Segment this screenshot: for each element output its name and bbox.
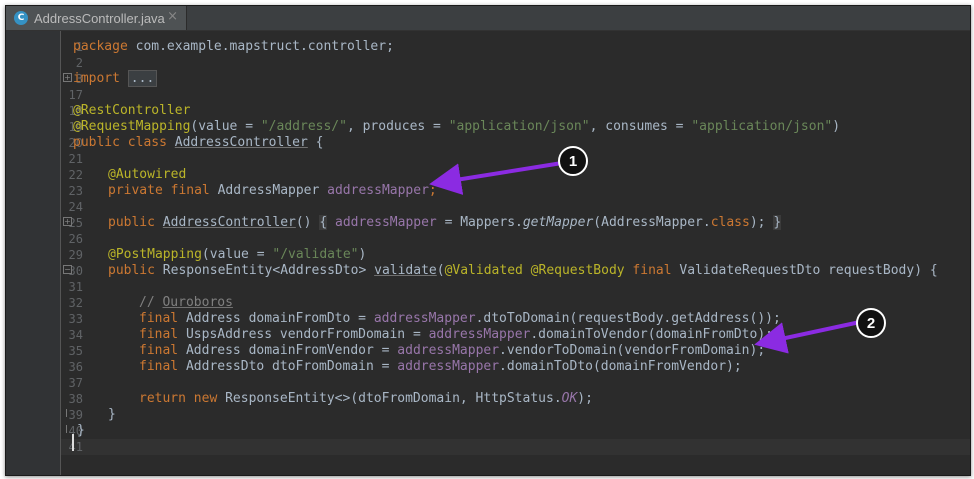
callout-badge-2: 2	[856, 308, 886, 338]
callout-badge-1: 1	[558, 146, 588, 176]
annotation-arrows	[429, 161, 861, 354]
callout-arrow-1	[429, 161, 563, 196]
callout-arrow-2	[754, 320, 861, 354]
